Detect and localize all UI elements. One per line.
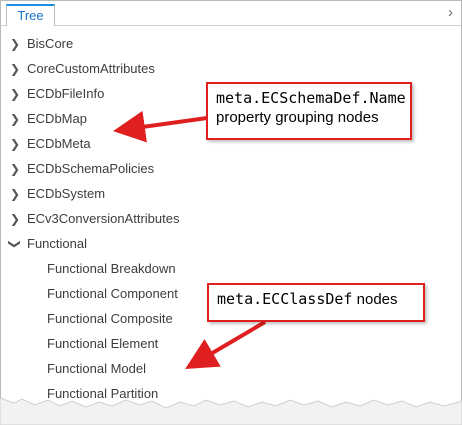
tree-node-ecv3conversionattributes[interactable]: ❯ ECv3ConversionAttributes	[1, 208, 461, 230]
chevron-right-icon[interactable]: ❯	[9, 208, 21, 230]
chevron-right-icon[interactable]: ❯	[9, 108, 21, 130]
chevron-right-icon[interactable]: ❯	[9, 83, 21, 105]
tree-node-label: CoreCustomAttributes	[27, 61, 155, 76]
chevron-right-icon[interactable]: ❯	[9, 158, 21, 180]
tree-node-corecustomattributes[interactable]: ❯ CoreCustomAttributes	[1, 58, 461, 80]
tree-node-label: Functional Partition	[47, 386, 159, 401]
tree-panel: Tree › ❯ BisCore ❯ CoreCustomAttributes …	[0, 0, 462, 425]
tree-node-label: ECDbSystem	[27, 186, 106, 201]
tab-bar: Tree ›	[1, 1, 461, 26]
tree-node-label: ECDbMap	[27, 111, 87, 126]
tree-node-ecdbschemapolicies[interactable]: ❯ ECDbSchemaPolicies	[1, 158, 461, 180]
tree-node-functional-partition[interactable]: Functional Partition	[1, 383, 461, 405]
callout-code: meta.ECSchemaDef.Name	[216, 89, 406, 107]
tree-node-functional[interactable]: ❯ Functional	[1, 233, 461, 255]
callout-code: meta.ECClassDef	[217, 290, 353, 308]
tree-node-label: Functional Composite	[47, 311, 173, 326]
tree-node-label: ECv3ConversionAttributes	[27, 211, 180, 226]
chevron-right-icon[interactable]: ❯	[9, 58, 21, 80]
tree-node-label: Functional	[27, 236, 87, 251]
tree-node-label: ECDbMeta	[27, 136, 91, 151]
tab-tree[interactable]: Tree	[6, 4, 55, 26]
tree-node-label: ECDbSchemaPolicies	[27, 161, 155, 176]
tree-node-label: Functional Component	[47, 286, 178, 301]
chevron-right-icon[interactable]: ❯	[9, 33, 21, 55]
chevron-right-icon[interactable]: ❯	[9, 183, 21, 205]
tree-node-label: BisCore	[27, 36, 74, 51]
tree-node-ecdbsystem[interactable]: ❯ ECDbSystem	[1, 183, 461, 205]
tree-node-label: Functional Model	[47, 361, 146, 376]
tree-node-label: ECDbFileInfo	[27, 86, 105, 101]
callout-text: property grouping nodes	[216, 109, 379, 126]
tree-node-label: Functional Element	[47, 336, 159, 351]
tree-node-biscore[interactable]: ❯ BisCore	[1, 33, 461, 55]
tree-node-functional-model[interactable]: Functional Model	[1, 358, 461, 380]
chevron-down-icon[interactable]: ❯	[4, 238, 26, 250]
callout-text: nodes	[352, 291, 398, 308]
chevron-right-icon[interactable]: ›	[448, 5, 453, 21]
callout-class-nodes: meta.ECClassDef nodes	[207, 283, 425, 322]
tree-node-functional-element[interactable]: Functional Element	[1, 333, 461, 355]
tree-node-label: Functional Breakdown	[47, 261, 176, 276]
callout-schema-grouping: meta.ECSchemaDef.Name property grouping …	[206, 82, 412, 140]
chevron-right-icon[interactable]: ❯	[9, 133, 21, 155]
tree-node-functional-breakdown[interactable]: Functional Breakdown	[1, 258, 461, 280]
